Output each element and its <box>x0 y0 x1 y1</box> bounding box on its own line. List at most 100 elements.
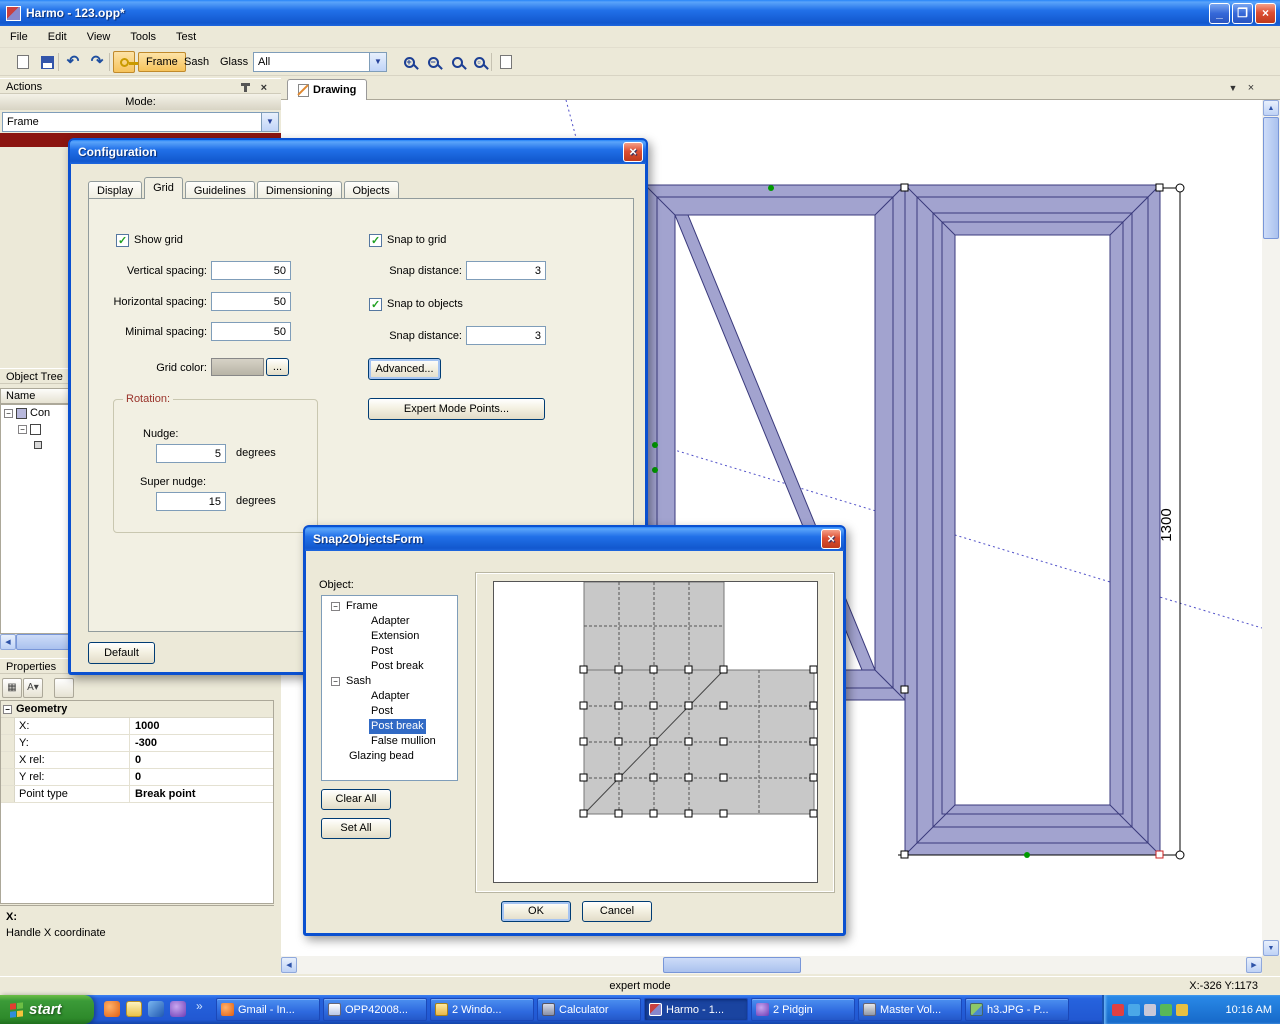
show-grid-checkbox[interactable] <box>116 234 129 247</box>
property-row[interactable]: Point type Break point <box>1 786 273 803</box>
undo-button[interactable]: ↶ <box>62 51 84 73</box>
alphabetical-sort-button[interactable]: A▾ <box>23 678 43 698</box>
hscrollbar-thumb[interactable] <box>663 957 801 973</box>
zoom-out-button[interactable]: − <box>422 51 444 73</box>
snap-distance-objects-input[interactable] <box>466 326 546 345</box>
filter-combobox[interactable]: All ▼ <box>253 52 387 72</box>
snap2objects-titlebar[interactable]: Snap2ObjectsForm × <box>305 527 844 551</box>
drawing-hscrollbar[interactable]: ◀ ▶ <box>281 956 1262 974</box>
chevron-down-icon[interactable]: ▼ <box>369 53 386 71</box>
taskbar-task-image[interactable]: h3.JPG - P... <box>965 998 1069 1021</box>
collapse-icon[interactable]: − <box>331 602 340 611</box>
tray-shield-icon[interactable] <box>1112 1004 1124 1016</box>
property-row[interactable]: X rel: 0 <box>1 752 273 769</box>
print-preview-button[interactable] <box>495 51 517 73</box>
property-value[interactable]: -300 <box>130 735 273 751</box>
zoom-button[interactable] <box>446 51 468 73</box>
snap-preview-canvas[interactable] <box>493 581 818 883</box>
redo-button[interactable]: ↷ <box>86 51 108 73</box>
property-row[interactable]: X: 1000 <box>1 718 273 735</box>
clear-all-button[interactable]: Clear All <box>321 789 391 810</box>
set-all-button[interactable]: Set All <box>321 818 391 839</box>
snap-point[interactable] <box>1024 852 1030 858</box>
close-button[interactable]: × <box>1255 3 1276 24</box>
lock-mode-button[interactable] <box>113 51 135 73</box>
taskbar-task-volume[interactable]: Master Vol... <box>858 998 962 1021</box>
drag-handle[interactable] <box>901 686 908 693</box>
property-value[interactable]: 0 <box>130 769 273 785</box>
scroll-left-icon[interactable]: ◀ <box>281 957 297 973</box>
quicklaunch-mail-icon[interactable] <box>126 1001 142 1017</box>
sash-mode-button[interactable]: Sash <box>176 52 217 72</box>
property-value[interactable]: 1000 <box>130 718 273 734</box>
vertical-spacing-input[interactable] <box>211 261 291 280</box>
zoom-in-button[interactable]: + <box>398 51 420 73</box>
collapse-icon[interactable]: − <box>3 705 12 714</box>
tab-drawing[interactable]: Drawing <box>287 79 367 100</box>
property-pages-button[interactable] <box>54 678 74 698</box>
menu-file[interactable]: File <box>0 28 38 46</box>
tray-network-icon[interactable] <box>1128 1004 1140 1016</box>
right-sash[interactable] <box>933 213 1132 827</box>
taskbar-task-gmail[interactable]: Gmail - In... <box>216 998 320 1021</box>
horizontal-spacing-input[interactable] <box>211 292 291 311</box>
object-type-tree[interactable]: −Frame Adapter Extension Post Post break… <box>321 595 458 781</box>
nudge-input[interactable] <box>156 444 226 463</box>
snap-distance-grid-input[interactable] <box>466 261 546 280</box>
drag-handle[interactable] <box>901 184 908 191</box>
close-icon[interactable]: × <box>623 142 643 162</box>
tree-item-frame[interactable]: −Frame <box>322 599 457 614</box>
tree-item-sash-post[interactable]: Post <box>322 704 457 719</box>
grid-color-picker-button[interactable]: ... <box>266 358 289 376</box>
cancel-button[interactable]: Cancel <box>582 901 652 922</box>
advanced-button[interactable]: Advanced... <box>368 358 441 380</box>
close-icon[interactable]: × <box>821 529 841 549</box>
taskbar-task-harmo[interactable]: Harmo - 1... <box>644 998 748 1021</box>
quicklaunch-messenger-icon[interactable] <box>170 1001 186 1017</box>
property-row[interactable]: Y rel: 0 <box>1 769 273 786</box>
quicklaunch-desktop-icon[interactable] <box>148 1001 164 1017</box>
expert-mode-points-button[interactable]: Expert Mode Points... <box>368 398 545 420</box>
menu-test[interactable]: Test <box>166 28 206 46</box>
drawing-vscrollbar[interactable]: ▲ ▼ <box>1262 100 1280 956</box>
tree-item-glazing-bead[interactable]: Glazing bead <box>322 749 457 764</box>
quicklaunch-overflow-chevron[interactable]: » <box>196 999 203 1013</box>
scroll-down-icon[interactable]: ▼ <box>1263 940 1279 956</box>
drag-handle[interactable] <box>901 851 908 858</box>
chevron-down-icon[interactable]: ▼ <box>261 113 278 131</box>
tab-grid[interactable]: Grid <box>144 177 183 199</box>
dimension-endpoint[interactable] <box>1176 851 1184 859</box>
scroll-up-icon[interactable]: ▲ <box>1263 100 1279 116</box>
tree-item-frame-post[interactable]: Post <box>322 644 457 659</box>
mode-combobox[interactable]: Frame ▼ <box>2 112 279 132</box>
categorized-view-button[interactable]: ▦ <box>2 678 22 698</box>
snap-to-grid-checkbox[interactable] <box>369 234 382 247</box>
tray-messenger-icon[interactable] <box>1160 1004 1172 1016</box>
tree-item-frame-extension[interactable]: Extension <box>322 629 457 644</box>
default-button[interactable]: Default <box>88 642 155 664</box>
tree-item-sash-post-break[interactable]: Post break <box>322 719 457 734</box>
pin-icon[interactable] <box>244 83 247 92</box>
property-grid[interactable]: − Geometry X: 1000 Y: -300 X rel: 0 Y re… <box>0 700 274 904</box>
glass-mode-button[interactable]: Glass <box>212 52 256 72</box>
snap-point[interactable] <box>652 467 658 473</box>
scroll-left-icon[interactable]: ◀ <box>0 634 16 650</box>
taskbar-task-pidgin[interactable]: 2 Pidgin <box>751 998 855 1021</box>
tree-item-frame-adapter[interactable]: Adapter <box>322 614 457 629</box>
property-value[interactable]: Break point <box>130 786 273 802</box>
ok-button[interactable]: OK <box>501 901 571 922</box>
save-button[interactable] <box>36 51 58 73</box>
tray-volume-icon[interactable] <box>1144 1004 1156 1016</box>
zoom-fit-button[interactable]: ▫ <box>468 51 490 73</box>
minimize-button[interactable]: _ <box>1209 3 1230 24</box>
taskbar-task-opp[interactable]: OPP42008... <box>323 998 427 1021</box>
grid-color-swatch[interactable] <box>211 358 264 376</box>
snap-point[interactable] <box>768 185 774 191</box>
minimal-spacing-input[interactable] <box>211 322 291 341</box>
collapse-icon[interactable]: − <box>331 677 340 686</box>
menu-tools[interactable]: Tools <box>120 28 166 46</box>
menu-edit[interactable]: Edit <box>38 28 77 46</box>
tray-update-icon[interactable] <box>1176 1004 1188 1016</box>
taskbar-task-windows-group[interactable]: 2 Windo... <box>430 998 534 1021</box>
vscrollbar-thumb[interactable] <box>1263 117 1279 239</box>
